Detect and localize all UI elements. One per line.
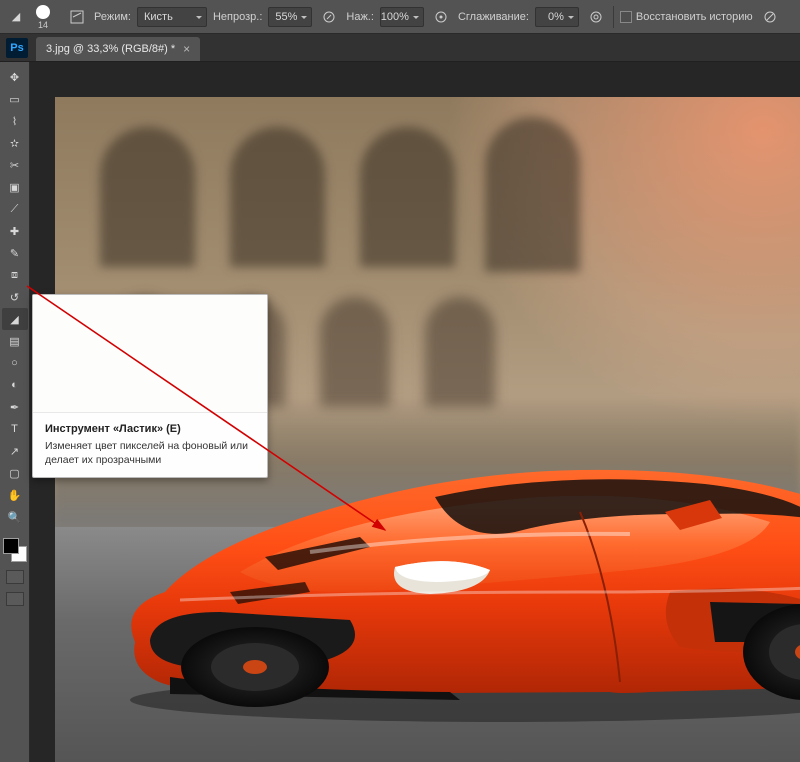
marquee-tool[interactable]: ▭ (2, 88, 28, 110)
opacity-pressure-icon[interactable] (318, 6, 340, 28)
blur-tool[interactable]: ○ (2, 352, 28, 374)
pen-tool[interactable]: ✒ (2, 396, 28, 418)
color-swatches[interactable] (3, 538, 27, 562)
opacity-label: Непрозр.: (213, 11, 262, 23)
size-pressure-icon[interactable] (759, 6, 781, 28)
tool-tooltip: Инструмент «Ластик» (E) Изменяет цвет пи… (32, 294, 268, 478)
document-tab-title: 3.jpg @ 33,3% (RGB/8#) * (46, 43, 175, 55)
document-tabs: 3.jpg @ 33,3% (RGB/8#) * × (0, 34, 800, 62)
restore-history-checkbox[interactable]: Восстановить историю (620, 11, 753, 23)
foreground-color-swatch[interactable] (3, 538, 19, 554)
quick-select-tool[interactable]: ✫ (2, 132, 28, 154)
document-tab[interactable]: 3.jpg @ 33,3% (RGB/8#) * × (36, 37, 200, 61)
mode-value: Кисть (144, 11, 173, 23)
path-select-tool[interactable]: ↗ (2, 440, 28, 462)
tools-panel: ✥▭⌇✫✂▣⟋✚✎⧈↺◢▤○◐✒T↗▢✋🔍 (0, 62, 30, 762)
brush-preset-picker[interactable]: 14 (32, 3, 60, 30)
separator (613, 6, 614, 28)
opacity-value: 55% (275, 11, 297, 23)
eraser-indicator-icon: ◢ (6, 6, 26, 28)
frame-tool[interactable]: ▣ (2, 176, 28, 198)
smoothing-label: Сглаживание: (458, 11, 529, 23)
mode-dropdown[interactable]: Кисть (137, 7, 207, 27)
eyedropper-tool[interactable]: ⟋ (2, 198, 28, 220)
history-brush-tool[interactable]: ↺ (2, 286, 28, 308)
restore-history-label: Восстановить историю (636, 11, 753, 23)
screen-mode-icon[interactable] (6, 592, 24, 606)
smoothing-input[interactable]: 0% (535, 7, 579, 27)
dodge-tool[interactable]: ◐ (2, 374, 28, 396)
crop-tool[interactable]: ✂ (2, 154, 28, 176)
brush-size-value: 14 (38, 20, 48, 30)
quick-mask-icon[interactable] (6, 570, 24, 584)
flow-value: 100% (381, 11, 409, 23)
lasso-tool[interactable]: ⌇ (2, 110, 28, 132)
eraser-tool[interactable]: ◢ (2, 308, 28, 330)
smoothing-value: 0% (548, 11, 564, 23)
clone-stamp-tool[interactable]: ⧈ (2, 264, 28, 286)
move-tool[interactable]: ✥ (2, 66, 28, 88)
photoshop-logo: Ps (6, 38, 28, 58)
options-bar: ◢ 14 Режим: Кисть Непрозр.: 55% Наж.: 10… (0, 0, 800, 34)
flow-input[interactable]: 100% (380, 7, 424, 27)
hand-tool[interactable]: ✋ (2, 484, 28, 506)
tooltip-description: Изменяет цвет пикселей на фоновый или де… (33, 439, 267, 467)
type-tool[interactable]: T (2, 418, 28, 440)
close-tab-icon[interactable]: × (183, 42, 190, 56)
tooltip-title: Инструмент «Ластик» (E) (33, 413, 267, 439)
checkbox-icon (620, 11, 632, 23)
smoothing-options-icon[interactable] (585, 6, 607, 28)
airbrush-icon[interactable] (430, 6, 452, 28)
brush-panel-toggle-icon[interactable] (66, 6, 88, 28)
brush-tool[interactable]: ✎ (2, 242, 28, 264)
opacity-input[interactable]: 55% (268, 7, 312, 27)
flow-label: Наж.: (346, 11, 374, 23)
brush-preview-swatch (36, 5, 50, 19)
healing-brush-tool[interactable]: ✚ (2, 220, 28, 242)
rectangle-tool[interactable]: ▢ (2, 462, 28, 484)
tooltip-preview (33, 295, 267, 413)
mode-label: Режим: (94, 11, 131, 23)
gradient-tool[interactable]: ▤ (2, 330, 28, 352)
zoom-tool[interactable]: 🔍 (2, 506, 28, 528)
